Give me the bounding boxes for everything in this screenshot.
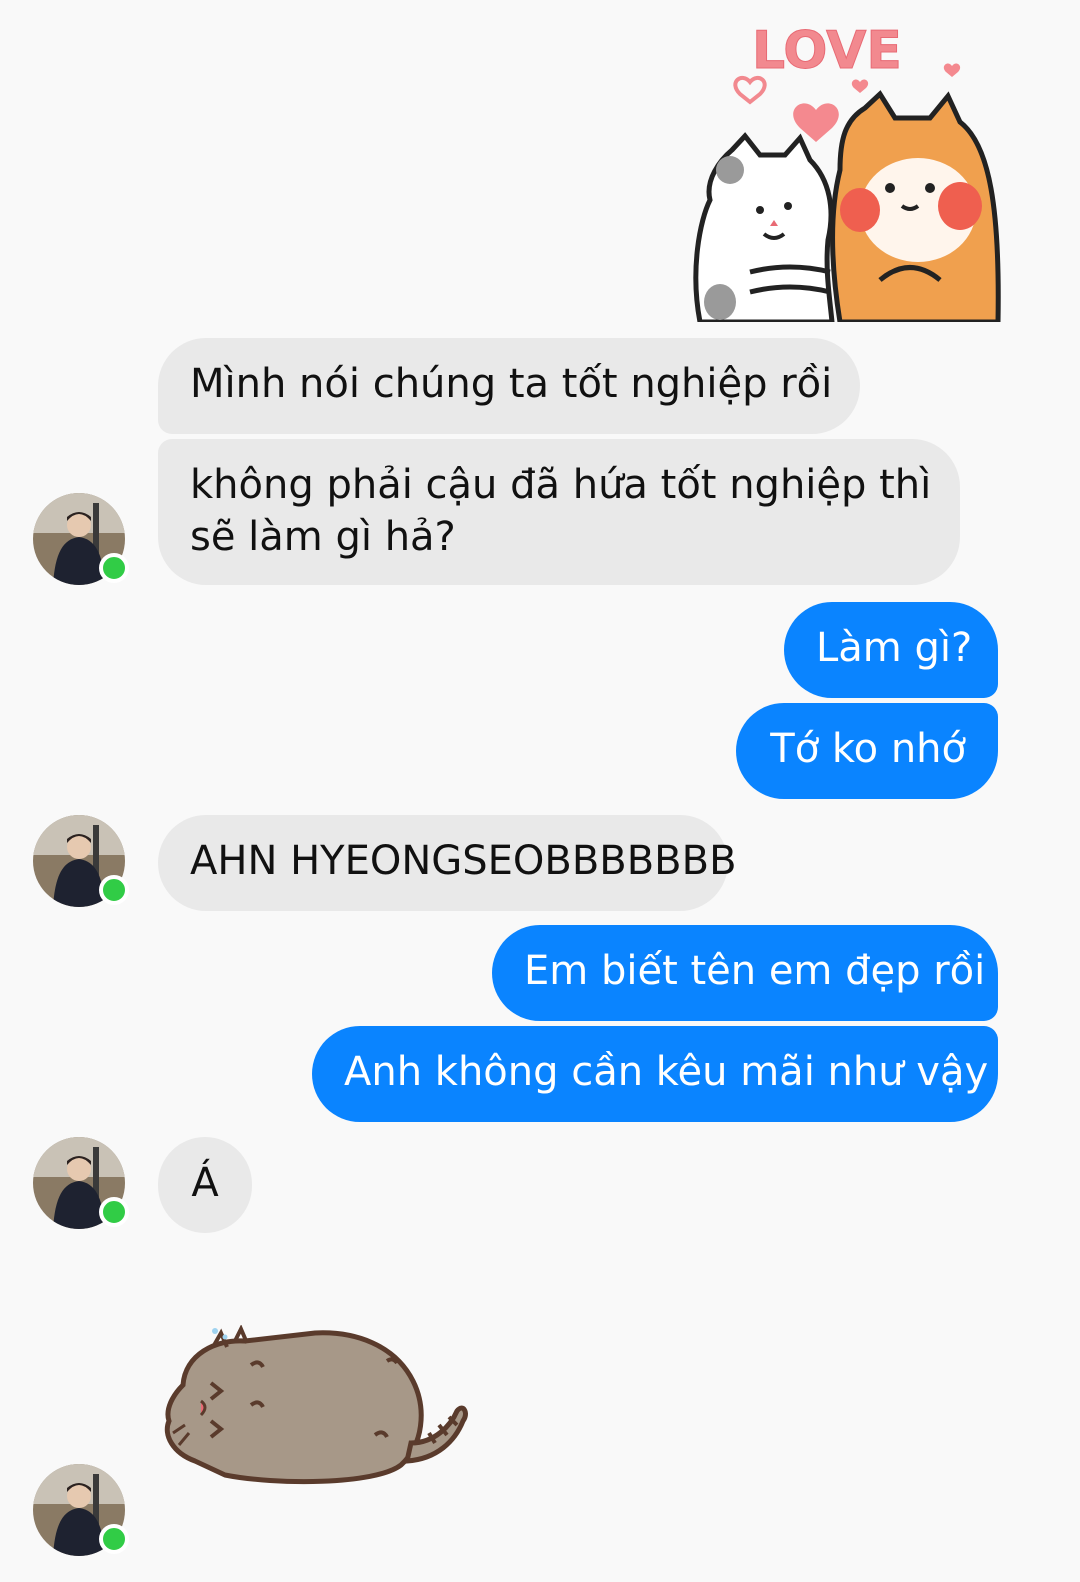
chat-thread: LOVE Mình nói chúng ta tốt nghiệp rồi kh… [0,0,1080,1582]
message-text: AHN HYEONGSEOBBBBBBB [190,838,737,884]
message-text-line: sẽ làm gì hả? [190,514,456,560]
message-text: Mình nói chúng ta tốt nghiệp rồi [190,361,833,407]
message-text-line: không phải cậu đã hứa tốt nghiệp thì [190,462,932,508]
outgoing-message[interactable]: Làm gì? [784,602,998,698]
message-text: Tớ ko nhớ [770,726,966,772]
message-text: Anh không cần kêu mãi như vậy [344,1049,989,1095]
love-cat-dog-sticker-icon: LOVE [693,21,1001,325]
outgoing-message[interactable]: Anh không cần kêu mãi như vậy [312,1026,998,1122]
incoming-message[interactable]: Mình nói chúng ta tốt nghiệp rồi [158,338,860,434]
outgoing-message[interactable]: Tớ ko nhớ [736,703,998,799]
pusheen-sticker[interactable] [155,1324,475,1485]
incoming-message[interactable]: AHN HYEONGSEOBBBBBBB [158,815,737,911]
incoming-message[interactable]: Á [158,1137,252,1233]
contact-avatar[interactable] [33,493,129,585]
love-sticker[interactable]: LOVE [690,10,1020,325]
online-status-indicator [99,1197,129,1227]
contact-avatar[interactable] [33,1137,129,1229]
online-status-indicator [99,1524,129,1554]
contact-avatar[interactable] [33,1464,129,1556]
online-status-indicator [99,875,129,905]
message-text: Em biết tên em đẹp rồi [524,948,986,994]
pusheen-cat-sticker-icon [164,1324,468,1485]
online-status-indicator [99,553,129,583]
incoming-message[interactable]: không phải cậu đã hứa tốt nghiệp thì sẽ … [158,439,960,585]
message-text: Á [191,1160,219,1206]
message-text: Làm gì? [816,625,973,671]
contact-avatar[interactable] [33,815,129,907]
outgoing-message[interactable]: Em biết tên em đẹp rồi [492,925,998,1021]
love-sticker-text: LOVE [752,21,902,81]
